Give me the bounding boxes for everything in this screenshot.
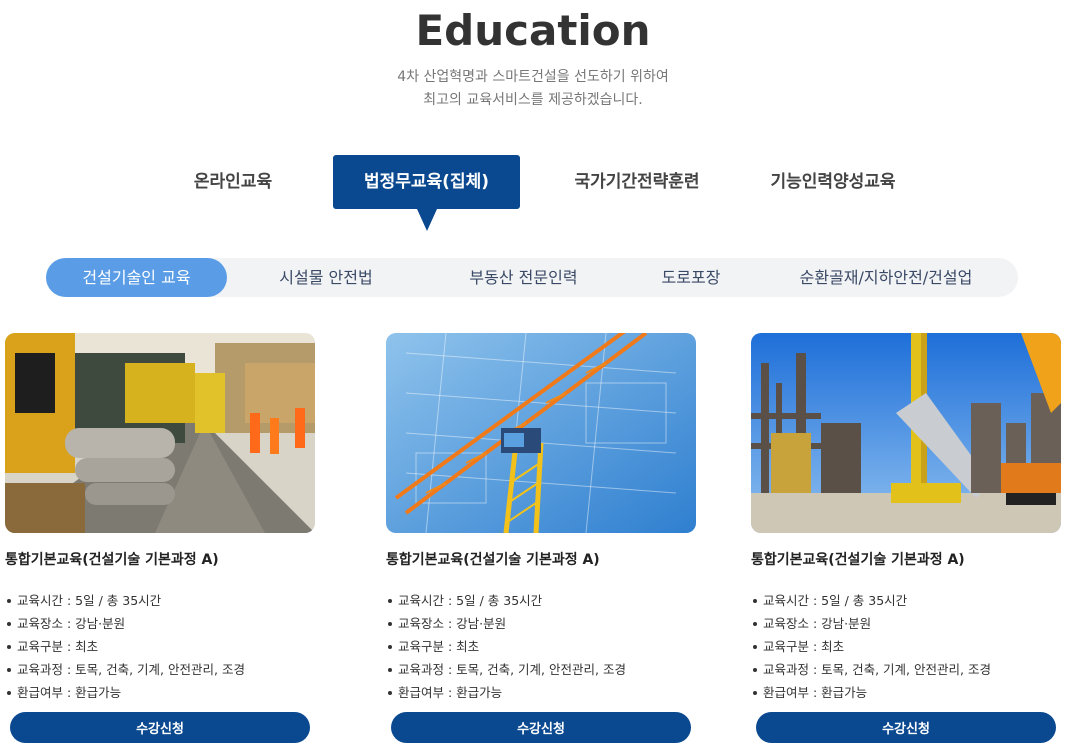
subtab-label: 건설기술인 교육 bbox=[82, 268, 191, 287]
course-info-list: 교육시간 : 5일 / 총 35시간 교육장소 : 강남·분원 교육구분 : 최… bbox=[5, 589, 315, 704]
subtab-road-paving[interactable]: 도로포장 bbox=[631, 258, 751, 297]
course-info-location: 교육장소 : 강남·분원 bbox=[751, 612, 1061, 635]
course-info-type: 교육구분 : 최초 bbox=[751, 635, 1061, 658]
course-info-fields: 교육과정 : 토목, 건축, 기계, 안전관리, 조경 bbox=[5, 658, 315, 681]
course-info-fields: 교육과정 : 토목, 건축, 기계, 안전관리, 조경 bbox=[386, 658, 696, 681]
subtab-label: 순환골재/지하안전/건설업 bbox=[799, 268, 973, 287]
course-title: 통합기본교육(건설기술 기본과정 A) bbox=[5, 552, 219, 568]
apply-button[interactable]: 수강신청 bbox=[10, 712, 310, 743]
sub-tab-bar: 건설기술인 교육 시설물 안전법 부동산 전문인력 도로포장 순환골재/지하안전… bbox=[46, 258, 1018, 297]
course-info-location: 교육장소 : 강남·분원 bbox=[5, 612, 315, 635]
course-info-refund: 환급여부 : 환급가능 bbox=[751, 681, 1061, 704]
course-info-type: 교육구분 : 최초 bbox=[5, 635, 315, 658]
course-info-type: 교육구분 : 최초 bbox=[386, 635, 696, 658]
course-info-hours: 교육시간 : 5일 / 총 35시간 bbox=[386, 589, 696, 612]
railway-construction-photo bbox=[5, 333, 315, 533]
course-info-fields: 교육과정 : 토목, 건축, 기계, 안전관리, 조경 bbox=[751, 658, 1061, 681]
tab-skilled-workforce-education[interactable]: 기능인력양성교육 bbox=[748, 155, 918, 209]
course-card: 통합기본교육(건설기술 기본과정 A) 교육시간 : 5일 / 총 35시간 교… bbox=[751, 333, 1061, 743]
course-info-list: 교육시간 : 5일 / 총 35시간 교육장소 : 강남·분원 교육구분 : 최… bbox=[386, 589, 696, 704]
apply-button[interactable]: 수강신청 bbox=[756, 712, 1056, 743]
course-info-location: 교육장소 : 강남·분원 bbox=[386, 612, 696, 635]
subtab-recycled-aggregate[interactable]: 순환골재/지하안전/건설업 bbox=[771, 258, 1001, 297]
course-card: 통합기본교육(건설기술 기본과정 A) 교육시간 : 5일 / 총 35시간 교… bbox=[386, 333, 696, 743]
subtitle-line-1: 4차 산업혁명과 스마트건설을 선도하기 위하여 bbox=[397, 69, 669, 85]
subtab-label: 시설물 안전법 bbox=[279, 268, 373, 287]
industrial-plant-crane-photo bbox=[751, 333, 1061, 533]
subtab-real-estate-expert[interactable]: 부동산 전문인력 bbox=[431, 258, 616, 297]
course-info-hours: 교육시간 : 5일 / 총 35시간 bbox=[751, 589, 1061, 612]
page-title: Education bbox=[415, 6, 651, 55]
tab-label: 국가기간전략훈련 bbox=[574, 172, 700, 192]
page-subtitle: 4차 산업혁명과 스마트건설을 선도하기 위하여 최고의 교육서비스를 제공하겠… bbox=[0, 66, 1066, 112]
apply-button[interactable]: 수강신청 bbox=[391, 712, 691, 743]
course-info-list: 교육시간 : 5일 / 총 35시간 교육장소 : 강남·분원 교육구분 : 최… bbox=[751, 589, 1061, 704]
course-title: 통합기본교육(건설기술 기본과정 A) bbox=[386, 552, 600, 568]
course-title: 통합기본교육(건설기술 기본과정 A) bbox=[751, 552, 965, 568]
tab-legal-education[interactable]: 법정무교육(집체) bbox=[333, 155, 520, 231]
course-info-refund: 환급여부 : 환급가능 bbox=[5, 681, 315, 704]
active-tab-pointer bbox=[416, 209, 437, 231]
main-tab-bar: 온라인교육 법정무교육(집체) 국가기간전략훈련 기능인력양성교육 bbox=[160, 155, 920, 231]
tab-online-education[interactable]: 온라인교육 bbox=[160, 155, 306, 209]
course-card: 통합기본교육(건설기술 기본과정 A) 교육시간 : 5일 / 총 35시간 교… bbox=[5, 333, 315, 743]
tab-national-strategy-training[interactable]: 국가기간전략훈련 bbox=[552, 155, 722, 209]
subtab-facility-safety-law[interactable]: 시설물 안전법 bbox=[241, 258, 411, 297]
tab-label: 온라인교육 bbox=[193, 172, 273, 192]
tower-crane-blueprint-photo bbox=[386, 333, 696, 533]
course-info-refund: 환급여부 : 환급가능 bbox=[386, 681, 696, 704]
subtitle-line-2: 최고의 교육서비스를 제공하겠습니다. bbox=[423, 92, 643, 108]
tab-label: 기능인력양성교육 bbox=[770, 172, 896, 192]
subtab-label: 도로포장 bbox=[661, 268, 721, 287]
subtab-construction-engineer[interactable]: 건설기술인 교육 bbox=[46, 258, 227, 297]
course-info-hours: 교육시간 : 5일 / 총 35시간 bbox=[5, 589, 315, 612]
subtab-label: 부동산 전문인력 bbox=[469, 268, 578, 287]
tab-label: 법정무교육(집체) bbox=[363, 172, 490, 192]
